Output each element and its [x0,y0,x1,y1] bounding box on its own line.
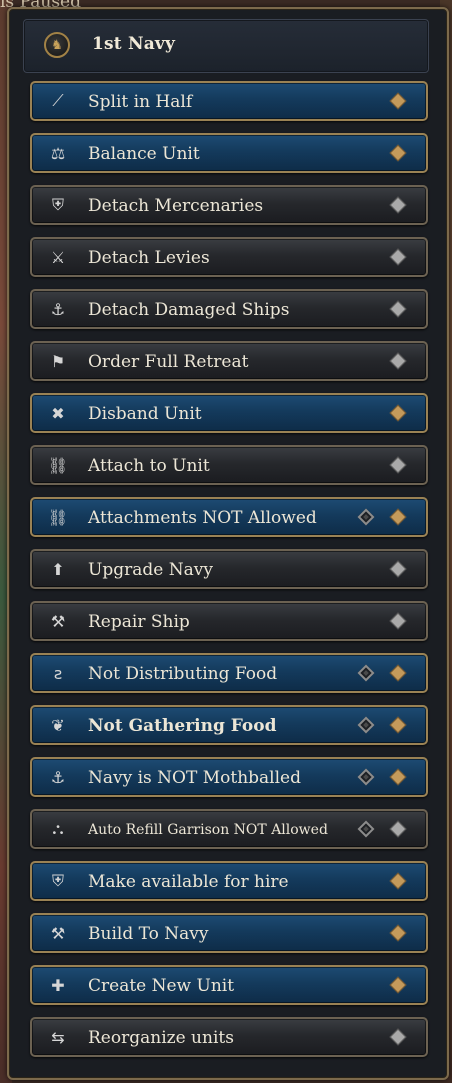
action-button-not-distributing-food[interactable]: ƨ Not Distributing Food [30,653,428,693]
hotkey-diamond-icon [389,92,407,110]
hotkey-diamond-icon [389,872,407,890]
action-button-disband-unit[interactable]: ✖ Disband Unit [30,393,428,433]
hotkey-diamond-icon [389,196,407,214]
action-label: Balance Unit [88,144,200,164]
toggle-state-diamond-icon [357,716,375,734]
action-label: Order Full Retreat [88,352,249,372]
hotkey-diamond-icon [389,456,407,474]
action-label: Repair Ship [88,612,190,632]
panel-header: ♞ 1st Navy [23,19,429,73]
hotkey-diamond-icon [389,352,407,370]
navy-emblem-icon[interactable]: ♞ [44,32,70,58]
action-button-split-in-half[interactable]: ⟋ Split in Half [30,81,428,121]
action-button-create-new-unit[interactable]: ✚ Create New Unit [30,965,428,1005]
split-icon: ⟋ [52,91,64,110]
action-button-build-to-navy[interactable]: ⚒ Build To Navy [30,913,428,953]
hotkey-diamond-icon [389,664,407,682]
unit-action-panel: ♞ 1st Navy ⟋ Split in Half ⚖ Balance Unit ⛨ D… [7,7,449,1080]
action-button-make-available-for-hire[interactable]: ⛨ Make available for hire [30,861,428,901]
hotkey-diamond-icon [389,924,407,942]
toggle-state-diamond-icon [357,820,375,838]
action-button-upgrade-navy[interactable]: ⬆ Upgrade Navy [30,549,428,589]
action-label: Attachments NOT Allowed [88,508,317,528]
hotkey-diamond-icon [389,404,407,422]
retreat-flag-icon: ⚑ [50,351,66,371]
action-button-not-gathering-food[interactable]: ❦ Not Gathering Food [30,705,428,745]
action-label: Not Gathering Food [88,716,277,736]
hotkey-diamond-icon [389,716,407,734]
toggle-state-diamond-icon [357,508,375,526]
repair-icon: ⚒ [50,611,66,631]
action-button-detach-damaged-ships[interactable]: ⚓ Detach Damaged Ships [30,289,428,329]
action-label: Navy is NOT Mothballed [88,768,301,788]
toggle-state-diamond-icon [357,664,375,682]
hire-shield-icon: ⛨ [51,871,64,890]
toggle-state-diamond-icon [357,768,375,786]
action-button-detach-levies[interactable]: ⚔ Detach Levies [30,237,428,277]
hotkey-diamond-icon [389,612,407,630]
action-button-auto-refill-garrison-not-allowed[interactable]: ⛬ Auto Refill Garrison NOT Allowed [30,809,428,849]
action-label: Detach Levies [88,248,210,268]
action-label: Disband Unit [88,404,202,424]
upgrade-arrow-icon: ⬆ [51,559,65,579]
action-label: Auto Refill Garrison NOT Allowed [88,822,328,838]
action-label: Detach Mercenaries [88,196,264,216]
action-button-attachments-not-allowed[interactable]: ⛓ Attachments NOT Allowed [30,497,428,537]
hotkey-diamond-icon [389,144,407,162]
action-button-order-full-retreat[interactable]: ⚑ Order Full Retreat [30,341,428,381]
food-distribution-icon: ƨ [53,663,63,683]
disband-icon: ✖ [51,403,65,423]
reorganize-icon: ⇆ [51,1027,65,1047]
action-button-attach-to-unit[interactable]: ⛓ Attach to Unit [30,445,428,485]
action-label: Upgrade Navy [88,560,213,580]
broken-chain-icon: ⛓ [47,507,69,527]
action-label: Not Distributing Food [88,664,278,684]
hotkey-diamond-icon [389,768,407,786]
action-label: Attach to Unit [88,456,210,476]
mercenary-shield-icon: ⛨ [51,195,64,214]
levies-icon: ⚔ [50,247,66,267]
unit-title: 1st Navy [92,34,176,54]
action-label: Create New Unit [88,976,235,996]
action-label: Detach Damaged Ships [88,300,290,320]
action-button-repair-ship[interactable]: ⚒ Repair Ship [30,601,428,641]
action-label: Reorganize units [88,1028,234,1048]
hotkey-diamond-icon [389,1028,407,1046]
hotkey-diamond-icon [389,508,407,526]
hotkey-diamond-icon [389,248,407,266]
garrison-refill-icon: ⛬ [52,819,64,838]
chain-link-icon: ⛓ [47,455,69,475]
action-button-detach-mercenaries[interactable]: ⛨ Detach Mercenaries [30,185,428,225]
hotkey-diamond-icon [389,300,407,318]
hammer-icon: ⚒ [50,923,66,943]
hotkey-diamond-icon [389,560,407,578]
damaged-ship-icon: ⚓ [50,299,66,319]
create-unit-icon: ✚ [51,975,65,995]
hotkey-diamond-icon [389,820,407,838]
action-label: Build To Navy [88,924,209,944]
action-button-reorganize-units[interactable]: ⇆ Reorganize units [30,1017,428,1057]
food-gathering-icon: ❦ [51,715,65,735]
action-label: Split in Half [88,92,193,112]
action-label: Make available for hire [88,872,289,892]
action-button-navy-is-not-mothballed[interactable]: ⚓ Navy is NOT Mothballed [30,757,428,797]
balance-icon: ⚖ [50,143,66,163]
hotkey-diamond-icon [389,976,407,994]
action-button-balance-unit[interactable]: ⚖ Balance Unit [30,133,428,173]
anchor-icon: ⚓ [50,767,66,787]
